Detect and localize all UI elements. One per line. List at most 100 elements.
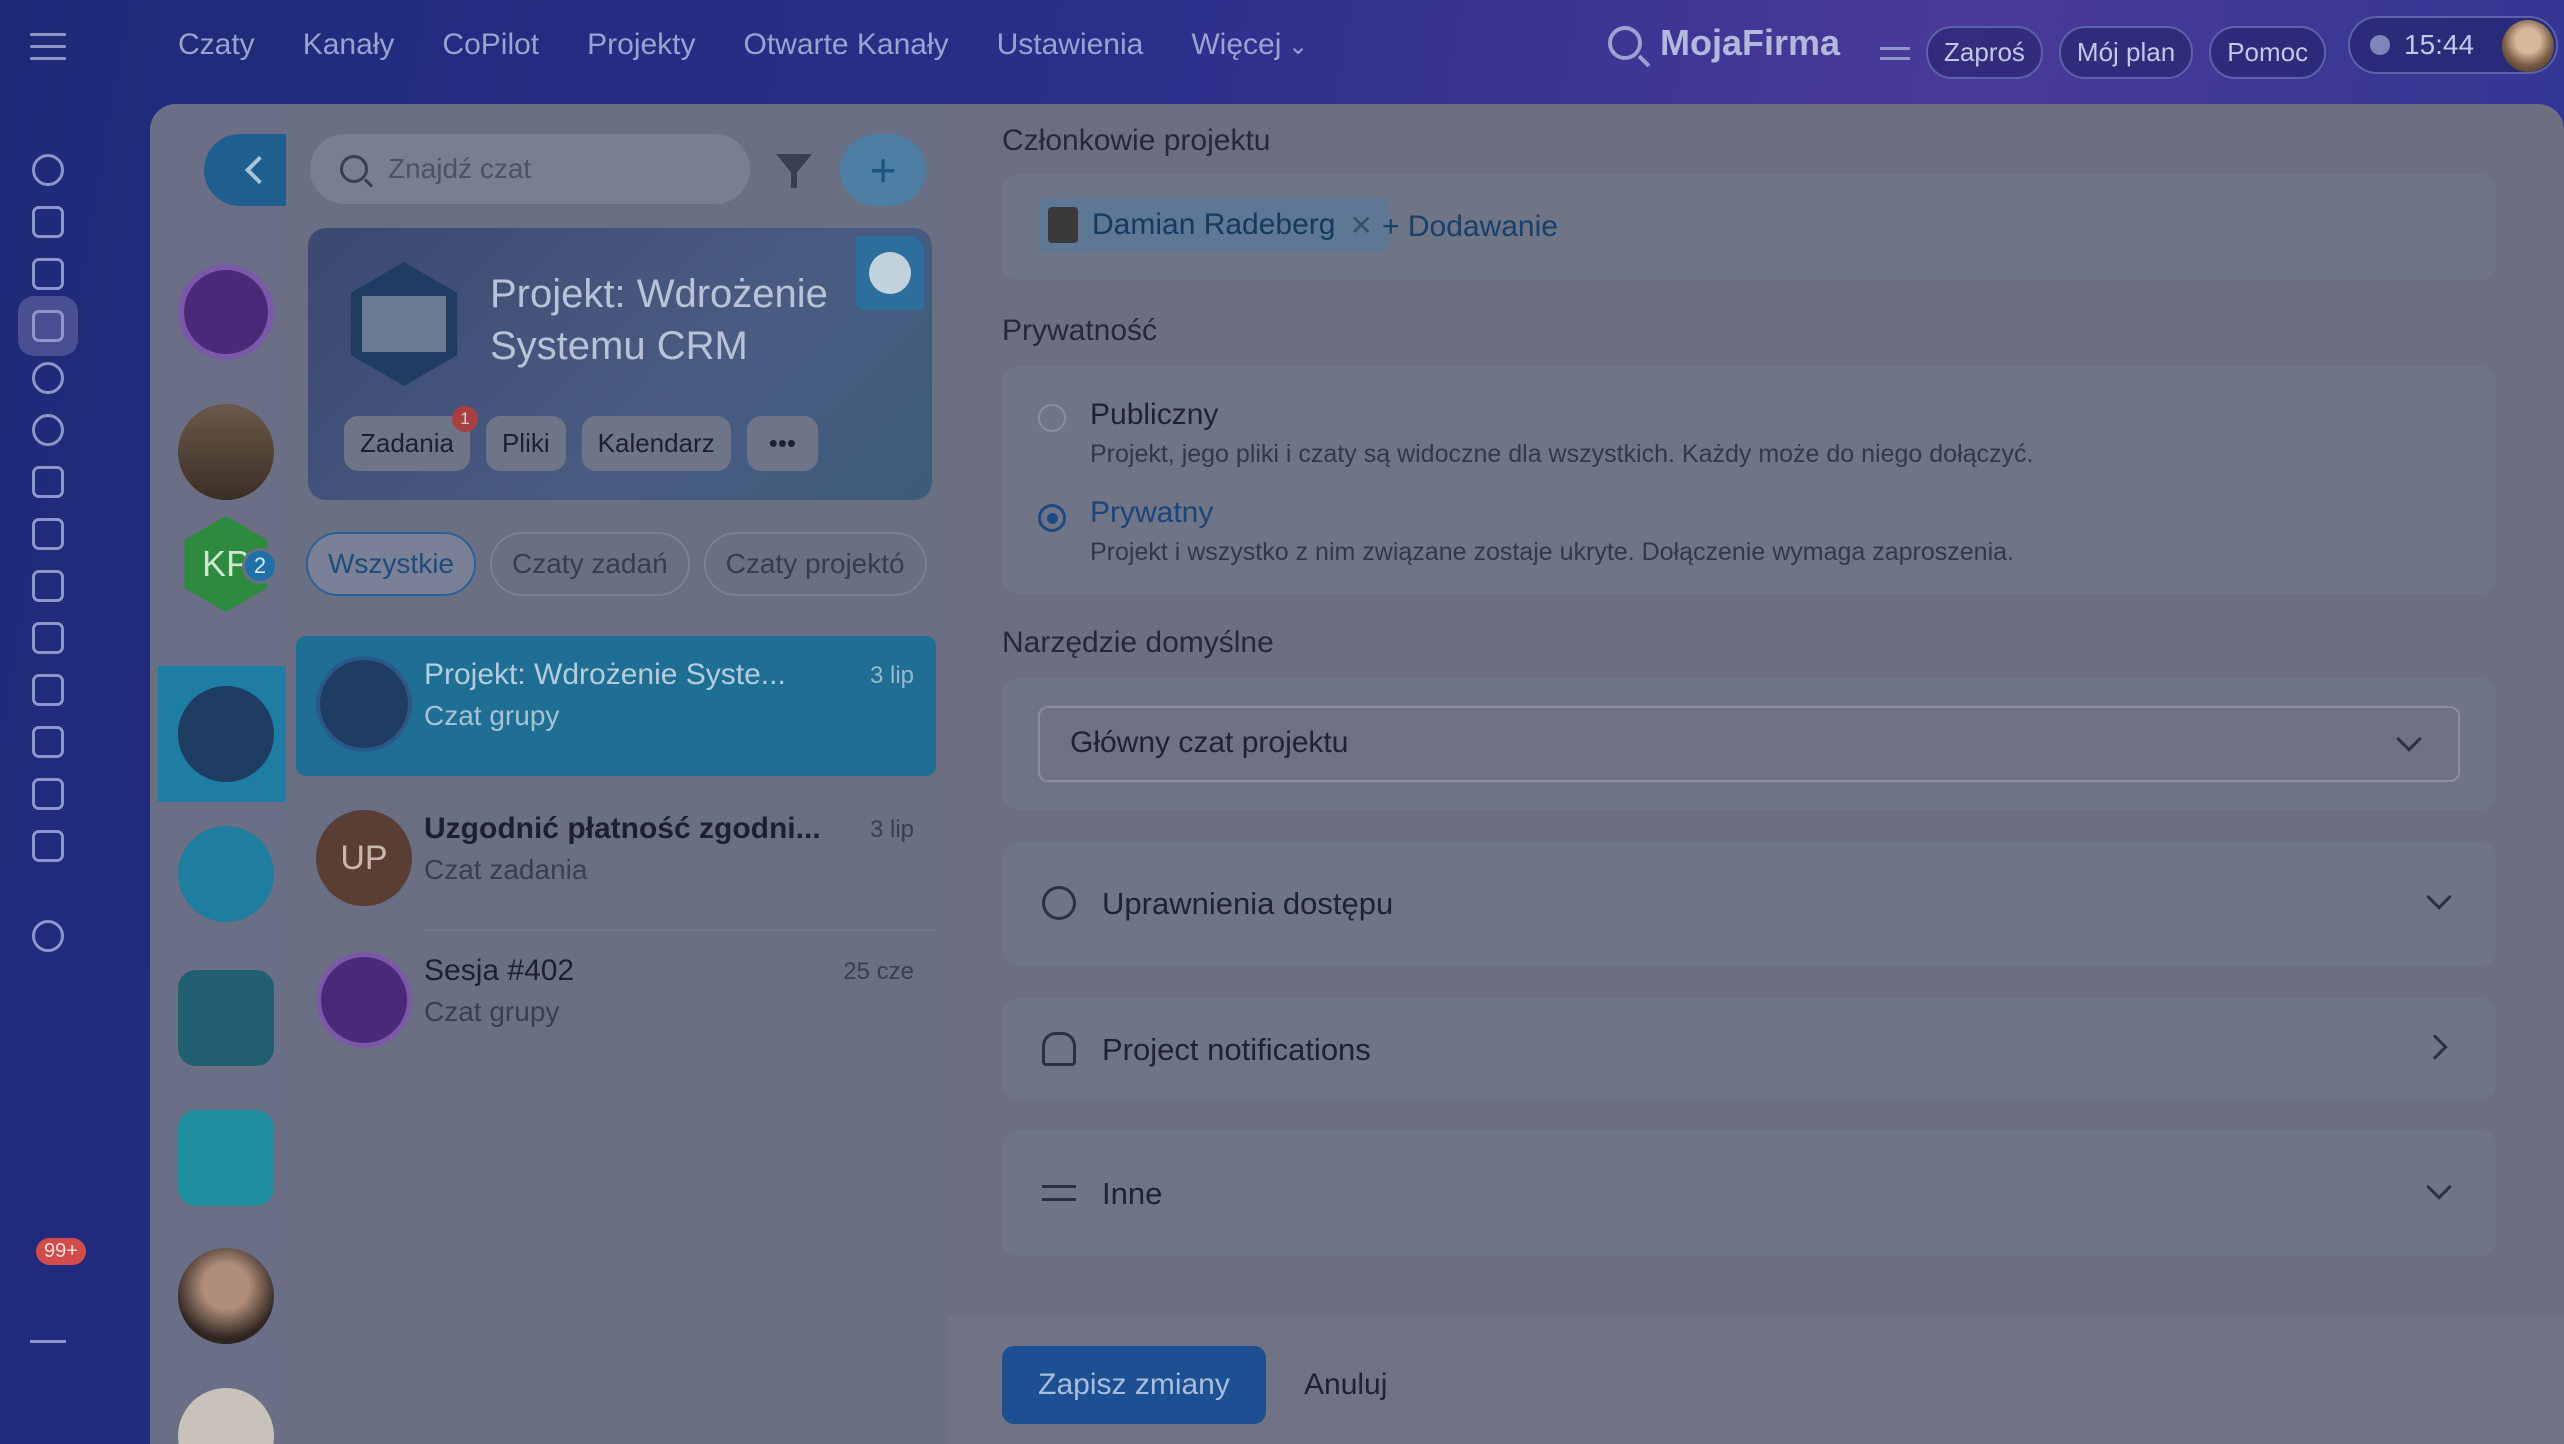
filter-all[interactable]: Wszystkie [306, 532, 476, 596]
chevron-down-icon [2426, 1174, 2452, 1200]
rail-chat-icon[interactable] [18, 296, 78, 356]
more-dots-icon[interactable]: ••• [746, 416, 819, 471]
private-radio[interactable] [1038, 504, 1066, 532]
tasks-button[interactable]: Zadania 1 [344, 406, 478, 471]
nav-otwarte-kanaly[interactable]: Otwarte Kanały [744, 28, 949, 62]
other-label: Inne [1102, 1176, 1163, 1211]
private-label[interactable]: Prywatny [1090, 496, 1213, 530]
nav-projekty[interactable]: Projekty [587, 28, 695, 62]
chevron-down-icon [2396, 726, 2422, 752]
default-tool-value: Główny czat projektu [1070, 726, 1349, 759]
my-plan-button[interactable]: Mój plan [2058, 26, 2194, 79]
clock-icon [2370, 35, 2390, 55]
files-button[interactable]: Pliki [485, 416, 566, 471]
add-member-link[interactable]: + Dodawanie [1382, 210, 1558, 244]
other-accordion[interactable]: Inne [1002, 1130, 2496, 1256]
chat-search[interactable]: Znajdź czat [310, 134, 750, 204]
avatar-group-1[interactable] [178, 264, 274, 360]
rail-document-icon[interactable] [18, 608, 78, 668]
chat-date: 25 cze [843, 958, 914, 985]
new-chat-button[interactable]: + [840, 134, 926, 206]
chat-item-project[interactable]: Projekt: Wdrożenie Syste... Czat grupy 3… [296, 636, 936, 776]
access-label: Uprawnienia dostępu [1102, 886, 1394, 921]
rail-docs-icon[interactable] [18, 192, 78, 252]
chat-date: 3 lip [869, 816, 914, 843]
rail-library-icon[interactable] [18, 504, 78, 564]
rail-storage-icon[interactable] [18, 556, 78, 616]
chat-date: 3 lip [869, 662, 914, 689]
default-tool-title: Narzędzie domyślne [1002, 626, 1274, 659]
access-accordion[interactable]: Uprawnienia dostępu [1002, 842, 2496, 966]
rail-settings-icon[interactable] [18, 906, 78, 966]
chat-filters: Wszystkie Czaty zadań Czaty projektó [306, 532, 946, 596]
help-button[interactable]: Pomoc [2209, 26, 2327, 79]
rail-tasks-icon[interactable] [18, 244, 78, 304]
avatar-calendar[interactable] [178, 970, 274, 1066]
chat-avatar [316, 952, 412, 1048]
nav-ustawienia[interactable]: Ustawienia [997, 28, 1144, 62]
notifications-row[interactable]: Project notifications [1002, 998, 2496, 1100]
member-chip[interactable]: Damian Radeberg ✕ [1038, 198, 1389, 252]
menu-icon[interactable] [30, 28, 66, 64]
rail-feed-icon[interactable] [18, 140, 78, 200]
time-widget[interactable]: 15:44 [2348, 16, 2558, 74]
save-button[interactable]: Zapisz zmiany [1002, 1346, 1266, 1424]
privacy-box: Publiczny Projekt, jego pliki i czaty są… [1002, 366, 2496, 594]
user-avatar[interactable] [2502, 20, 2554, 72]
invite-button[interactable]: Zaproś [1926, 26, 2043, 79]
avatar-chat-bubble[interactable] [178, 1110, 274, 1206]
sliders-icon[interactable] [1880, 40, 1910, 66]
nav-czaty[interactable]: Czaty [178, 28, 255, 62]
chat-name: Uzgodnić płatność zgodni... [424, 812, 821, 845]
nav-copilot[interactable]: CoPilot [442, 28, 539, 62]
avatar-person-1[interactable] [178, 1248, 274, 1344]
list-divider [424, 930, 936, 931]
public-label[interactable]: Publiczny [1090, 398, 1218, 432]
nav-kanaly[interactable]: Kanały [303, 28, 395, 62]
default-tool-box: Główny czat projektu [1002, 678, 2496, 810]
remove-member-icon[interactable]: ✕ [1349, 209, 1372, 242]
rail-contacts-icon[interactable] [18, 712, 78, 772]
bell-icon [1042, 1032, 1076, 1066]
avatar-city[interactable] [178, 404, 274, 500]
chat-item-session[interactable]: Sesja #402 Czat grupy 25 cze [296, 932, 936, 1072]
rail-projects-icon[interactable] [18, 400, 78, 460]
tasks-label: Zadania [360, 428, 454, 458]
open-external-button[interactable] [856, 236, 924, 310]
member-avatar [1048, 207, 1078, 243]
company-name: MojaFirma [1660, 22, 1841, 63]
filter-project-chats[interactable]: Czaty projektó [703, 532, 927, 596]
current-time: 15:44 [2404, 29, 2475, 60]
rail-copilot-icon[interactable] [18, 348, 78, 408]
rail-divider [30, 1340, 66, 1343]
members-title: Członkowie projektu [1002, 124, 1271, 157]
kp-unread-badge: 2 [242, 548, 278, 584]
avatar-project[interactable] [178, 686, 274, 782]
chat-item-task[interactable]: UP Uzgodnić płatność zgodni... Czat zada… [296, 790, 936, 930]
rail-mail-icon[interactable] [18, 816, 78, 876]
chat-avatar-initials: UP [316, 810, 412, 906]
nav-wiecej[interactable]: Więcej [1191, 28, 1308, 62]
rail-calendar-icon[interactable] [18, 452, 78, 512]
project-card-buttons: Zadania 1 Pliki Kalendarz ••• [344, 406, 819, 471]
notifications-label: Project notifications [1102, 1032, 1371, 1067]
search-icon[interactable] [1608, 26, 1642, 60]
settings-footer: Zapisz zmiany Anuluj [948, 1316, 2564, 1444]
cancel-button[interactable]: Anuluj [1304, 1368, 1387, 1402]
public-radio[interactable] [1038, 404, 1066, 432]
filter-icon[interactable] [776, 154, 812, 188]
filter-task-chats[interactable]: Czaty zadań [490, 532, 690, 596]
avatar-person-2[interactable] [178, 1388, 274, 1444]
brand-area: MojaFirma [1608, 22, 1840, 64]
chat-list-column: Znajdź czat + Projekt: Wdrożenie Systemu… [286, 104, 948, 1444]
avatar-bookmark[interactable] [178, 826, 274, 922]
chevron-right-icon [2422, 1034, 2448, 1060]
top-bar: Czaty Kanały CoPilot Projekty Otwarte Ka… [0, 0, 2564, 96]
default-tool-select[interactable]: Główny czat projektu [1038, 706, 2460, 782]
calendar-button[interactable]: Kalendarz [581, 416, 731, 471]
rail-cart-icon[interactable] [18, 764, 78, 824]
top-nav: Czaty Kanały CoPilot Projekty Otwarte Ka… [178, 28, 1308, 62]
chat-avatar [316, 656, 412, 752]
rail-board-icon[interactable] [18, 660, 78, 720]
chat-subtitle: Czat zadania [424, 854, 588, 885]
